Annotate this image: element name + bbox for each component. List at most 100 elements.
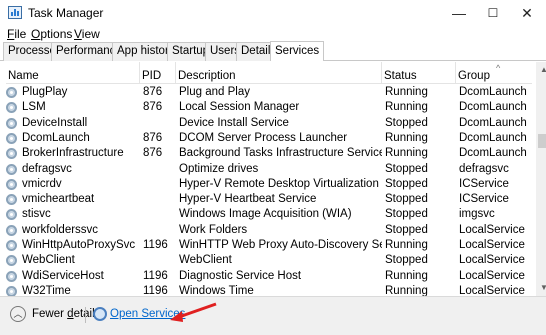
service-name: LSM — [22, 101, 46, 114]
service-group: DcomLaunch — [459, 131, 527, 144]
gear-service-icon — [6, 285, 17, 296]
service-group: DcomLaunch — [459, 101, 527, 114]
service-name: PlugPlay — [22, 86, 68, 98]
table-row[interactable]: WdiServiceHost 1196 Diagnostic Service Hos… — [6, 269, 532, 284]
service-description: Device Install Service — [179, 116, 289, 129]
table-row[interactable]: defragsvc Optimize drives Stopped defragsvc — [6, 162, 532, 177]
gear-service-icon — [6, 117, 17, 129]
tab-services[interactable]: Services — [270, 41, 325, 61]
menu-file[interactable]: File — [7, 26, 26, 42]
sort-ascending-icon: ^ — [496, 63, 501, 73]
scroll-thumb[interactable] — [538, 134, 546, 148]
column-header-name[interactable]: Name — [6, 62, 140, 84]
service-description: Diagnostic Service Host — [179, 269, 302, 282]
fewer-details-link[interactable]: Fewer details — [32, 308, 100, 320]
table-row[interactable]: workfolderssvc Work Folders Stopped LocalSe… — [6, 223, 532, 238]
menu-options-label: ptions — [40, 27, 73, 41]
table-row[interactable]: DeviceInstall Device Install Service Stopp… — [6, 116, 532, 131]
service-description: WinHTTP Web Proxy Auto-Discovery Service — [179, 239, 382, 251]
service-name: WdiServiceHost — [22, 269, 104, 282]
service-name: WinHttpAutoProxySvc — [22, 239, 136, 251]
service-pid: 1196 — [143, 239, 168, 251]
service-group: defragsvc — [459, 162, 509, 175]
service-status: Running — [385, 284, 428, 296]
close-button[interactable]: ✕ — [510, 0, 544, 26]
service-description: WebClient — [179, 254, 232, 267]
service-status: Running — [385, 239, 428, 251]
service-name: vmicrdv — [22, 177, 62, 190]
menu-view-accelerator: V — [74, 27, 82, 41]
service-name: WebClient — [22, 254, 75, 267]
service-pid: 876 — [143, 147, 163, 160]
table-row[interactable]: W32Time 1196 Windows Time Running LocalServi… — [6, 284, 532, 296]
service-group: imgsvc — [459, 208, 495, 221]
scroll-down-arrow-icon[interactable]: ▼ — [536, 280, 546, 296]
maximize-button[interactable]: ☐ — [476, 0, 510, 26]
service-status: Stopped — [385, 177, 428, 190]
fewer-details-label-start: Fewer — [32, 308, 68, 320]
services-gear-icon[interactable] — [93, 307, 107, 321]
gear-service-icon — [6, 102, 17, 114]
gear-service-icon — [6, 255, 17, 267]
services-list: Name PID Description Status Group ^ Plug… — [6, 62, 546, 296]
table-row[interactable]: WinHttpAutoProxySvc 1196 WinHTTP Web Proxy… — [6, 238, 532, 253]
title-bar: Task Manager — ☐ ✕ — [0, 0, 546, 26]
vertical-scrollbar[interactable]: ▲ ▼ — [536, 62, 546, 296]
menu-view-label: iew — [81, 27, 100, 41]
service-status: Running — [385, 86, 428, 98]
service-pid: 876 — [143, 101, 163, 114]
gear-service-icon — [6, 209, 17, 221]
service-pid: 1196 — [143, 284, 168, 296]
service-name: W32Time — [22, 284, 71, 296]
service-group: DcomLaunch — [459, 147, 527, 160]
gear-service-icon — [6, 178, 17, 190]
service-description: DCOM Server Process Launcher — [179, 131, 348, 144]
service-group: ICService — [459, 177, 509, 190]
column-header-pid[interactable]: PID — [140, 62, 176, 84]
table-row[interactable]: WebClient WebClient Stopped LocalService — [6, 253, 532, 268]
window-title: Task Manager — [28, 6, 104, 20]
table-row[interactable]: vmicheartbeat Hyper-V Heartbeat Service St… — [6, 192, 532, 207]
service-name: BrokerInfrastructure — [22, 147, 124, 160]
service-status: Stopped — [385, 116, 428, 129]
table-row[interactable]: BrokerInfrastructure 876 Background Tasks … — [6, 146, 532, 161]
service-group: LocalService — [459, 254, 525, 267]
table-row[interactable]: vmicrdv Hyper-V Remote Desktop Virtualiza… — [6, 177, 532, 192]
service-group: LocalService — [459, 269, 525, 282]
service-group: LocalService — [459, 223, 525, 236]
table-row[interactable]: PlugPlay 876 Plug and Play Running DcomLaunc… — [6, 85, 532, 100]
gear-service-icon — [6, 87, 17, 98]
service-group: LocalService — [459, 284, 525, 296]
menu-file-label: ile — [14, 27, 27, 41]
column-header-description[interactable]: Description — [176, 62, 382, 84]
table-row[interactable]: DcomLaunch 876 DCOM Server Process Launche… — [6, 131, 532, 146]
service-pid: 876 — [143, 86, 163, 98]
service-group: LocalService — [459, 239, 525, 251]
scroll-up-arrow-icon[interactable]: ▲ — [536, 62, 546, 78]
service-status: Stopped — [385, 193, 428, 206]
menu-view[interactable]: View — [74, 26, 100, 42]
service-name: vmicheartbeat — [22, 193, 95, 206]
chevron-up-icon[interactable]: ︿ — [10, 306, 26, 322]
column-header-status[interactable]: Status — [382, 62, 456, 84]
service-description: Windows Time — [179, 284, 254, 296]
menu-options[interactable]: Options — [31, 26, 72, 42]
menu-bar: File Options View — [0, 26, 546, 42]
service-status: Running — [385, 101, 428, 114]
column-header-group[interactable]: Group — [456, 62, 532, 84]
table-row[interactable]: stisvc Windows Image Acquisition (WIA) Sto… — [6, 207, 532, 222]
service-group: DcomLaunch — [459, 116, 527, 129]
service-status: Running — [385, 269, 428, 282]
menu-options-accelerator: O — [31, 27, 41, 41]
service-group: DcomLaunch — [459, 86, 527, 98]
service-name: workfolderssvc — [22, 223, 99, 236]
service-name: stisvc — [22, 208, 51, 221]
service-description: Hyper-V Remote Desktop Virtualization Se… — [179, 177, 382, 190]
service-description: Optimize drives — [179, 162, 259, 175]
table-row[interactable]: LSM 876 Local Session Manager Running DcomLa… — [6, 100, 532, 115]
service-name: DeviceInstall — [22, 116, 88, 129]
service-description: Work Folders — [179, 223, 248, 236]
column-header-row: Name PID Description Status Group ^ — [6, 62, 532, 84]
service-status: Running — [385, 147, 428, 160]
minimize-button[interactable]: — — [442, 0, 476, 26]
